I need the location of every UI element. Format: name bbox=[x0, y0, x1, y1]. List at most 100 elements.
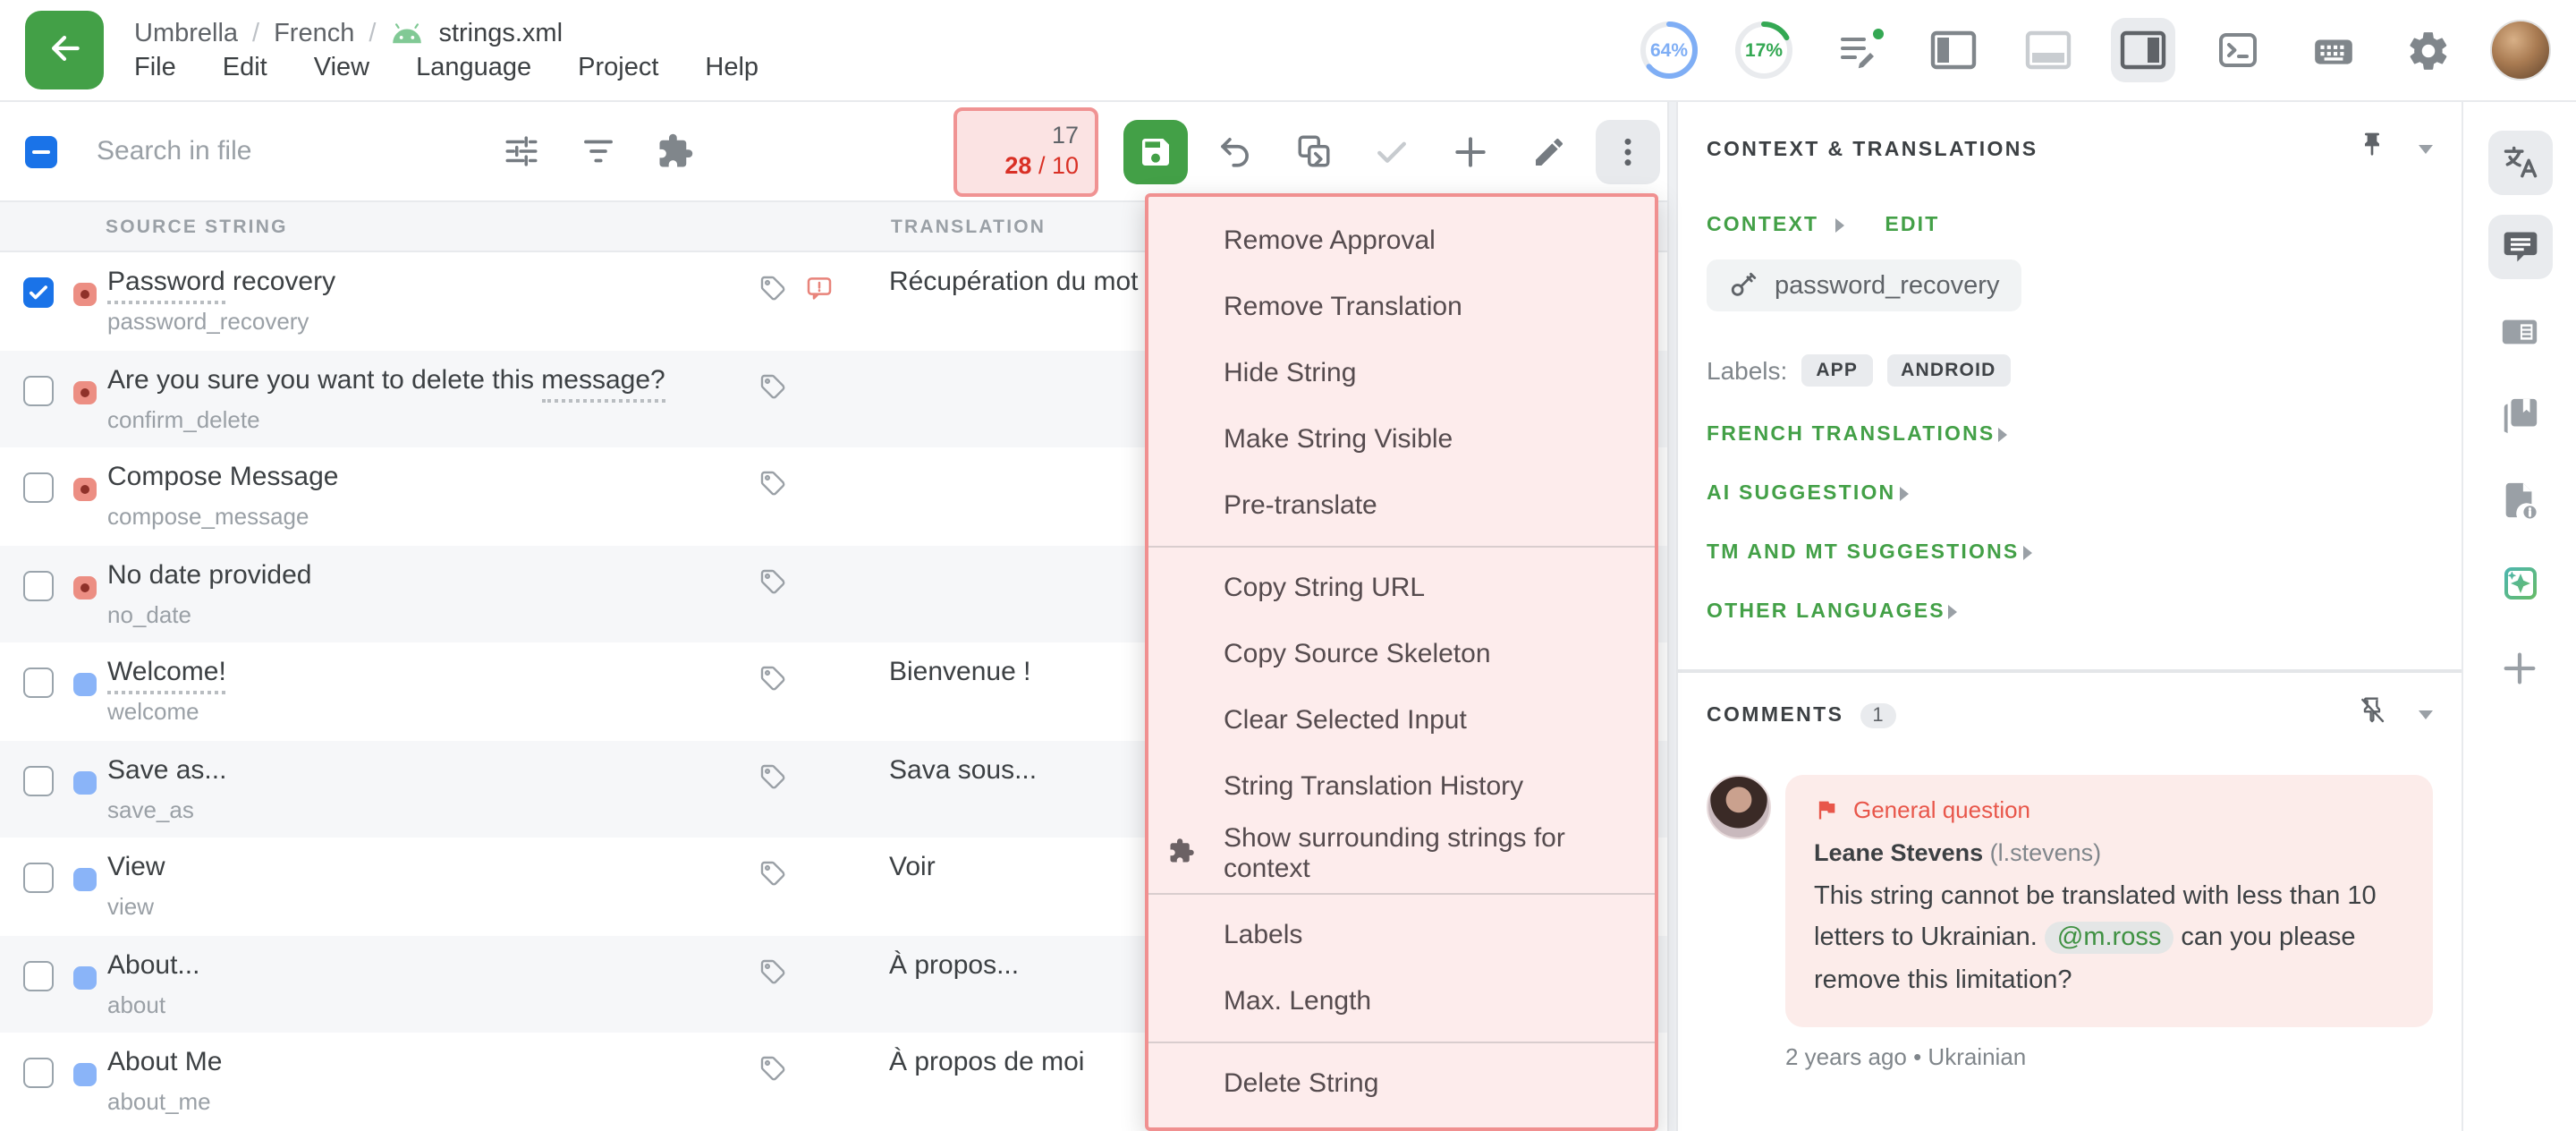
menu-item[interactable]: Max. Length bbox=[1148, 968, 1655, 1034]
layout-right-panel-icon[interactable] bbox=[2111, 18, 2175, 82]
string-key: view bbox=[107, 893, 154, 920]
pin-panel-icon[interactable] bbox=[2358, 131, 2386, 168]
panel-section-link[interactable]: AI SUGGESTION bbox=[1707, 483, 2433, 505]
edit-string-button[interactable] bbox=[1517, 119, 1581, 183]
menu-item[interactable]: Make String Visible bbox=[1148, 406, 1655, 472]
menu-divider bbox=[1148, 1042, 1655, 1043]
menu-item[interactable]: Clear Selected Input bbox=[1148, 687, 1655, 753]
chevron-right-icon bbox=[1899, 487, 1908, 501]
column-translation[interactable]: TRANSLATION bbox=[891, 216, 1046, 237]
menu-item[interactable]: Hide String bbox=[1148, 340, 1655, 406]
panel-resize-handle[interactable] bbox=[1667, 102, 1678, 1131]
column-source-string[interactable]: SOURCE STRING bbox=[106, 216, 288, 237]
editor-mode-icon[interactable] bbox=[1826, 18, 1891, 82]
collapse-panel-icon[interactable] bbox=[2419, 145, 2433, 154]
preview-card-icon[interactable] bbox=[2487, 299, 2552, 363]
row-checkbox[interactable] bbox=[23, 277, 54, 308]
comments-icon[interactable] bbox=[2487, 215, 2552, 279]
approve-button[interactable] bbox=[1360, 119, 1424, 183]
translate-icon[interactable] bbox=[2487, 131, 2552, 195]
labels-caption: Labels: bbox=[1707, 356, 1787, 385]
tag-icon[interactable] bbox=[758, 371, 787, 409]
tag-icon[interactable] bbox=[758, 957, 787, 994]
menubar-item[interactable]: Help bbox=[705, 53, 758, 81]
menu-item[interactable]: Pre-translate bbox=[1148, 472, 1655, 539]
source-string: About... bbox=[107, 949, 199, 980]
menubar-item[interactable]: Language bbox=[416, 53, 531, 81]
menubar: File Edit View Language Project Help bbox=[134, 53, 758, 81]
tag-icon[interactable] bbox=[758, 566, 787, 604]
tag-icon[interactable] bbox=[758, 761, 787, 799]
menu-item[interactable]: Delete String bbox=[1148, 1050, 1655, 1117]
more-actions-button[interactable] bbox=[1596, 119, 1660, 183]
tag-icon[interactable] bbox=[758, 274, 787, 311]
panel-section-link[interactable]: TM AND MT SUGGESTIONS bbox=[1707, 542, 2433, 564]
undo-button[interactable] bbox=[1202, 119, 1267, 183]
settings-gear-icon[interactable] bbox=[2395, 18, 2460, 82]
ai-assistant-icon[interactable] bbox=[2487, 551, 2552, 616]
row-checkbox[interactable] bbox=[23, 1058, 54, 1088]
search-input[interactable]: Search in file bbox=[97, 136, 472, 166]
file-info-icon[interactable] bbox=[2487, 467, 2552, 531]
row-checkbox[interactable] bbox=[23, 668, 54, 698]
source-string: View bbox=[107, 852, 165, 882]
menu-item[interactable]: Copy String URL bbox=[1148, 555, 1655, 621]
row-checkbox[interactable] bbox=[23, 375, 54, 405]
glossary-icon[interactable] bbox=[2487, 383, 2552, 447]
tag-icon[interactable] bbox=[758, 664, 787, 702]
tag-icon[interactable] bbox=[758, 469, 787, 506]
tag-icon[interactable] bbox=[758, 859, 787, 897]
row-checkbox[interactable] bbox=[23, 570, 54, 600]
copy-translation-button[interactable] bbox=[1281, 119, 1345, 183]
menu-item[interactable]: Copy Source Skeleton bbox=[1148, 621, 1655, 687]
menubar-item[interactable]: Project bbox=[578, 53, 658, 81]
menu-item[interactable]: String Translation History bbox=[1148, 753, 1655, 820]
string-key: no_date bbox=[107, 600, 191, 627]
panel-section-link[interactable]: OTHER LANGUAGES bbox=[1707, 601, 2433, 623]
select-all-checkbox[interactable] bbox=[25, 135, 57, 167]
unpin-icon[interactable] bbox=[2358, 696, 2386, 734]
layout-bottom-panel-icon[interactable] bbox=[2016, 18, 2080, 82]
add-string-button[interactable] bbox=[1438, 119, 1503, 183]
console-icon[interactable] bbox=[2206, 18, 2270, 82]
user-avatar[interactable] bbox=[2490, 20, 2551, 81]
string-status-icon bbox=[73, 673, 97, 696]
translation-text: Voir bbox=[889, 852, 936, 882]
notification-dot bbox=[1869, 25, 1887, 43]
progress-ring-translated: 64% bbox=[1637, 18, 1701, 82]
back-button[interactable] bbox=[25, 11, 104, 89]
menu-item[interactable]: Remove Approval bbox=[1148, 208, 1655, 274]
translation-editor-app: Umbrella / French / strings.xml FileEdit… bbox=[0, 0, 2576, 1131]
save-button[interactable] bbox=[1123, 119, 1188, 183]
tag-icon[interactable] bbox=[758, 1054, 787, 1092]
menubar-item[interactable]: View bbox=[314, 53, 369, 81]
breadcrumb-file[interactable]: strings.xml bbox=[438, 19, 563, 47]
keyboard-shortcuts-icon[interactable] bbox=[2301, 18, 2365, 82]
mention-link[interactable]: @m.ross bbox=[2045, 923, 2174, 955]
filter-settings-icon[interactable] bbox=[490, 121, 551, 182]
more-actions-menu-annotated: Remove Approval Remove Translation Hide … bbox=[1145, 193, 1658, 1131]
progress-ring-approved: 17% bbox=[1732, 18, 1796, 82]
breadcrumb-project[interactable]: Umbrella bbox=[134, 19, 238, 47]
row-checkbox[interactable] bbox=[23, 960, 54, 991]
collapse-comments-icon[interactable] bbox=[2419, 710, 2433, 719]
menu-item[interactable]: Labels bbox=[1148, 902, 1655, 968]
layout-left-panel-icon[interactable] bbox=[1921, 18, 1986, 82]
panel-section-link[interactable]: FRENCH TRANSLATIONS bbox=[1707, 424, 2433, 446]
filter-list-icon[interactable] bbox=[567, 121, 628, 182]
row-checkbox[interactable] bbox=[23, 863, 54, 893]
context-section-link[interactable]: CONTEXT bbox=[1707, 215, 1818, 236]
breadcrumb-language[interactable]: French bbox=[274, 19, 354, 47]
issue-icon[interactable] bbox=[805, 274, 834, 311]
row-checkbox[interactable] bbox=[23, 472, 54, 503]
add-panel-icon[interactable] bbox=[2487, 635, 2552, 700]
row-checkbox[interactable] bbox=[23, 765, 54, 795]
edit-context-link[interactable]: EDIT bbox=[1885, 215, 1939, 236]
menubar-item[interactable]: File bbox=[134, 53, 176, 81]
source-string: Welcome! bbox=[107, 657, 226, 687]
menu-item[interactable]: Show surrounding strings for context bbox=[1148, 820, 1655, 886]
menubar-item[interactable]: Edit bbox=[223, 53, 267, 81]
comments-count-badge: 1 bbox=[1860, 702, 1895, 727]
menu-item[interactable]: Remove Translation bbox=[1148, 274, 1655, 340]
plugins-puzzle-icon[interactable] bbox=[644, 121, 705, 182]
